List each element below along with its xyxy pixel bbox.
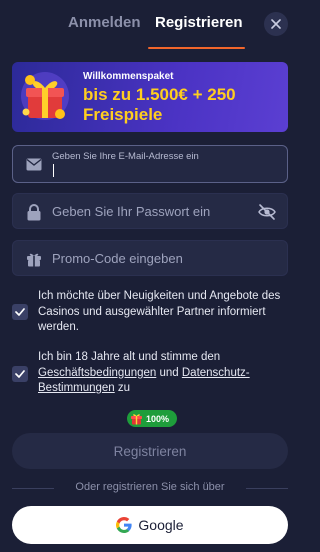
eye-off-icon[interactable] [257,203,277,221]
active-tab-indicator [148,47,245,49]
promo-code-placeholder: Promo-Code eingeben [52,251,183,266]
password-placeholder: Geben Sie Ihr Passwort ein [52,204,211,219]
promo-code-field[interactable]: Promo-Code eingeben [12,240,288,276]
text-caret [53,164,54,177]
envelope-icon [25,155,43,173]
close-button[interactable] [264,12,288,36]
social-divider: Oder registrieren Sie sich über [12,481,288,495]
newsletter-checkbox[interactable] [12,304,28,320]
terms-text-before: Ich bin 18 Jahre alt und stimme den [38,351,221,363]
terms-checkbox[interactable] [12,366,28,382]
divider-line-right [246,488,288,489]
auth-tabs: Anmelden Registrieren [0,0,300,50]
email-placeholder: Geben Sie Ihre E-Mail-Adresse ein [52,151,199,162]
banner-offer: bis zu 1.500€ + 250 Freispiele [83,85,236,124]
terms-text: Ich bin 18 Jahre alt und stimme den Gesc… [38,350,290,397]
bonus-badge: 100% [127,410,177,427]
newsletter-text: Ich möchte über Neuigkeiten und Angebote… [38,290,281,333]
gift-chest-icon [21,72,69,120]
gift-icon [25,250,43,268]
lock-icon [25,203,43,221]
checkmark-icon [15,370,25,378]
gift-icon [131,414,142,425]
newsletter-consent: Ich möchte über Neuigkeiten und Angebote… [12,289,288,337]
terms-text-mid: und [156,366,182,379]
terms-text-after: zu [114,382,131,394]
google-signup-button[interactable]: Google [12,506,288,544]
terms-consent: Ich bin 18 Jahre alt und stimme den Gesc… [12,350,288,398]
tab-login[interactable]: Anmelden [68,14,141,31]
google-button-label: Google [138,517,184,533]
welcome-bonus-banner[interactable]: Willkommenspaket bis zu 1.500€ + 250 Fre… [12,62,288,132]
checkmark-icon [15,308,25,316]
close-icon [271,19,281,29]
terms-link[interactable]: Geschäftsbedingungen [38,367,156,379]
divider-text: Oder registrieren Sie sich über [75,481,225,493]
banner-subtitle: Willkommenspaket [83,71,174,82]
tab-register[interactable]: Registrieren [155,14,243,31]
bonus-percent: 100% [146,413,170,424]
email-field[interactable]: Geben Sie Ihre E-Mail-Adresse ein [12,145,288,183]
register-button[interactable]: Registrieren [12,433,288,469]
password-field[interactable]: Geben Sie Ihr Passwort ein [12,193,288,229]
google-logo-icon [116,517,133,533]
